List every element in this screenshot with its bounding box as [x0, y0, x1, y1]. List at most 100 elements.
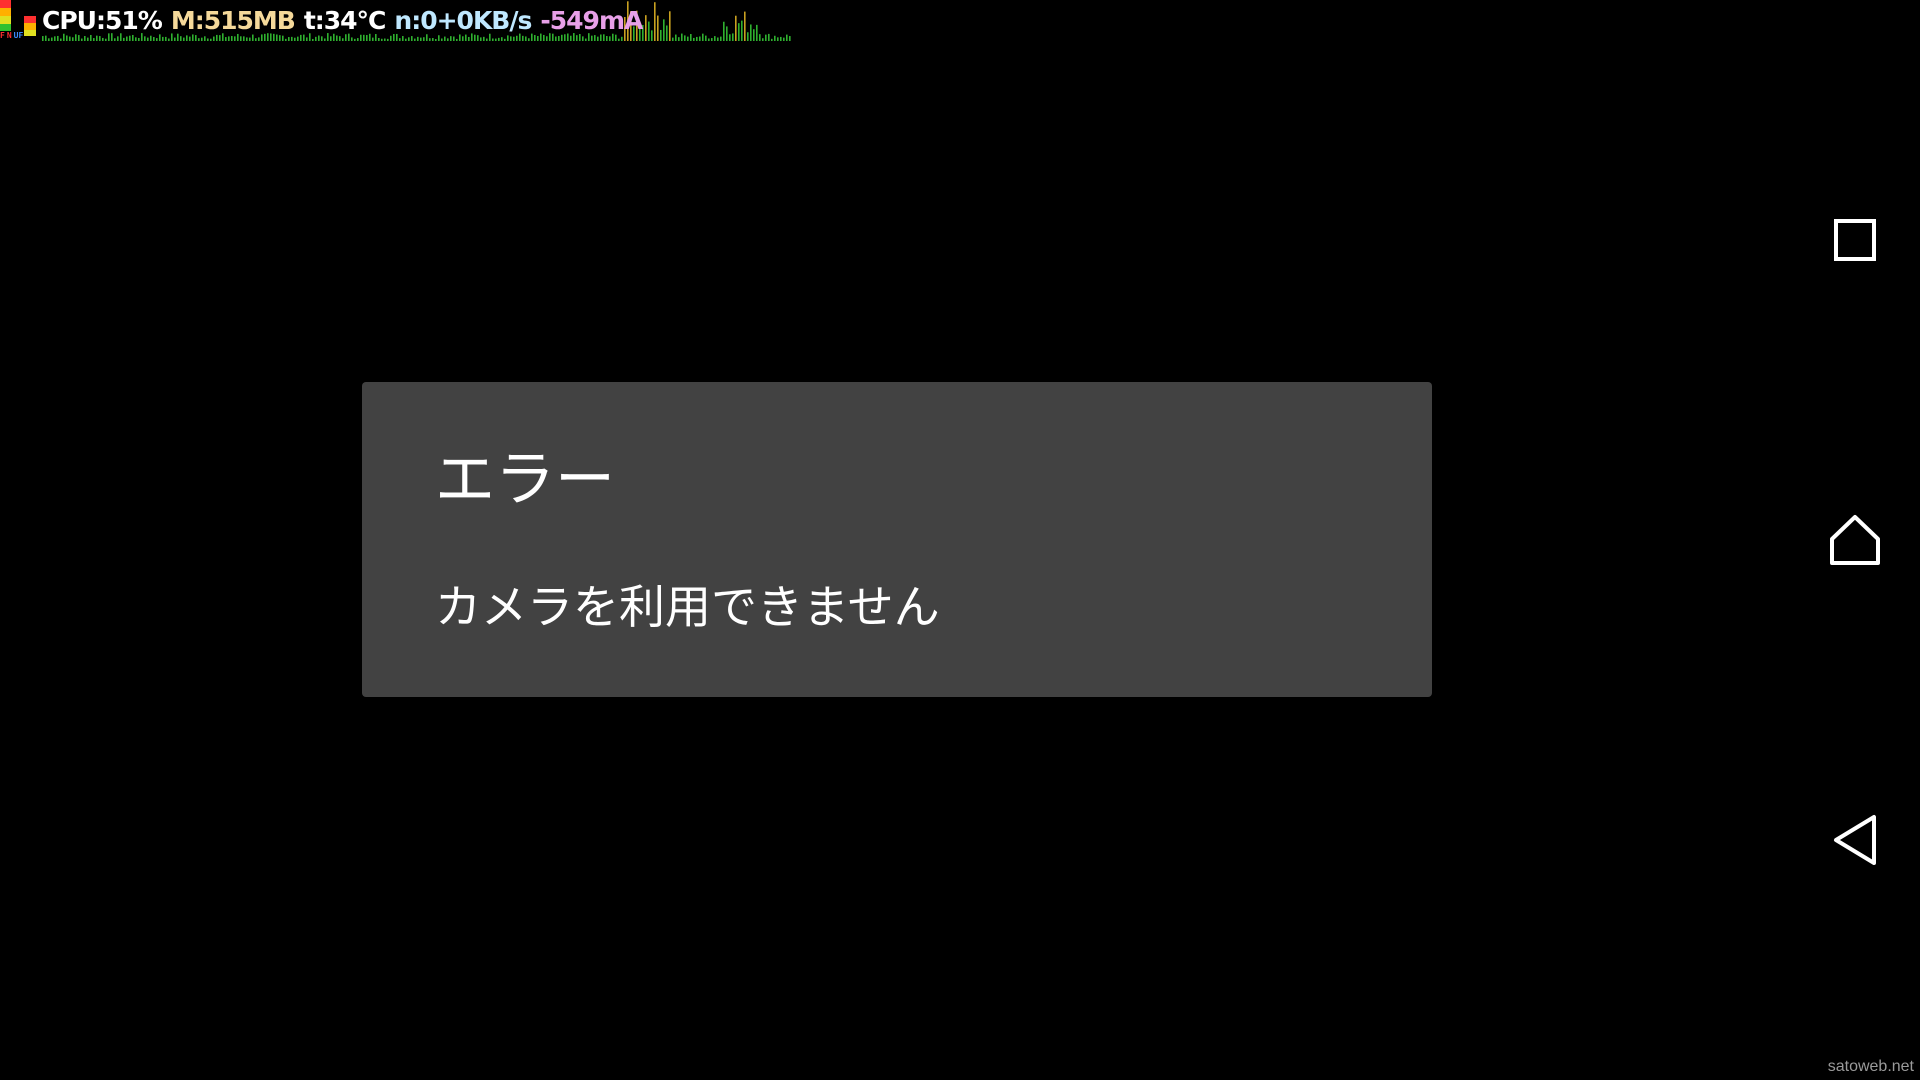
- graph-bar: [135, 37, 137, 41]
- graph-bar: [492, 38, 494, 41]
- error-dialog: エラー カメラを利用できません: [362, 382, 1432, 697]
- home-icon: [1830, 515, 1880, 565]
- graph-bar: [72, 37, 74, 41]
- graph-bar: [204, 36, 206, 41]
- graph-bar: [678, 37, 680, 41]
- graph-bar: [81, 38, 83, 41]
- graph-bar: [744, 11, 746, 41]
- graph-bar: [747, 32, 749, 41]
- graph-bar: [48, 38, 50, 41]
- graph-bar: [117, 36, 119, 41]
- graph-bar: [456, 38, 458, 41]
- graph-bar: [495, 38, 497, 41]
- graph-bar: [660, 29, 662, 41]
- graph-bar: [201, 37, 203, 41]
- graph-bar: [657, 15, 659, 41]
- navigation-bar: [1790, 0, 1920, 1080]
- graph-bar: [708, 38, 710, 41]
- graph-bar: [315, 36, 317, 41]
- graph-bar: [726, 26, 728, 41]
- graph-bar: [435, 38, 437, 41]
- overlay-stat: t:34°C: [303, 6, 387, 35]
- overlay-flag: N: [6, 31, 12, 40]
- graph-bar: [321, 36, 323, 41]
- graph-bar: [780, 36, 782, 41]
- overlay-flag: F: [0, 31, 5, 40]
- graph-bar: [144, 36, 146, 41]
- graph-bar: [342, 38, 344, 41]
- graph-bar: [312, 38, 314, 41]
- graph-bar: [213, 36, 215, 41]
- graph-bar: [183, 37, 185, 41]
- graph-bar: [351, 37, 353, 41]
- graph-bar: [723, 21, 725, 41]
- graph-bar: [501, 37, 503, 41]
- graph-bar: [288, 37, 290, 41]
- graph-bar: [666, 25, 668, 41]
- overlay-flags: F N UF: [0, 31, 25, 40]
- graph-bar: [525, 36, 527, 41]
- graph-bar: [696, 36, 698, 41]
- graph-bar: [732, 33, 734, 41]
- graph-bar: [408, 37, 410, 41]
- graph-bar: [483, 36, 485, 41]
- graph-bar: [54, 36, 56, 41]
- overlay-stat: -549mA: [540, 6, 643, 35]
- graph-bar: [663, 19, 665, 41]
- recents-icon: [1834, 219, 1876, 261]
- system-monitor-overlay: F N UF CPU:51% M:515MB t:34°C n:0+0KB/s -549mA: [0, 0, 792, 42]
- graph-bar: [786, 34, 788, 41]
- graph-bar: [207, 38, 209, 41]
- graph-bar: [702, 33, 704, 41]
- graph-bar: [453, 36, 455, 41]
- graph-bar: [675, 34, 677, 41]
- graph-bar: [711, 38, 713, 41]
- graph-bar: [153, 37, 155, 41]
- graph-bar: [423, 37, 425, 41]
- graph-bar: [258, 37, 260, 41]
- graph-bar: [756, 24, 758, 41]
- graph-bar: [384, 38, 386, 41]
- graph-bar: [294, 37, 296, 41]
- graph-bar: [486, 38, 488, 41]
- graph-bar: [387, 38, 389, 41]
- graph-bar: [291, 36, 293, 41]
- graph-bar: [378, 37, 380, 41]
- graph-bar: [510, 36, 512, 41]
- graph-bar: [234, 36, 236, 41]
- graph-bar: [528, 38, 530, 41]
- graph-bar: [138, 37, 140, 41]
- graph-bar: [249, 37, 251, 41]
- graph-bar: [789, 36, 791, 41]
- graph-bar: [654, 2, 656, 41]
- graph-bar: [705, 35, 707, 41]
- graph-bar: [51, 37, 53, 41]
- graph-bar: [255, 38, 257, 41]
- graph-bar: [102, 37, 104, 41]
- graph-bar: [162, 36, 164, 41]
- graph-bar: [93, 38, 95, 41]
- graph-bar: [156, 38, 158, 41]
- graph-bar: [783, 37, 785, 41]
- graph-bar: [405, 38, 407, 41]
- graph-bar: [582, 36, 584, 41]
- graph-bar: [60, 38, 62, 41]
- graph-bar: [429, 38, 431, 41]
- home-button[interactable]: [1815, 500, 1895, 580]
- graph-bar: [585, 38, 587, 41]
- graph-bar: [126, 36, 128, 41]
- graph-bar: [597, 36, 599, 41]
- back-button[interactable]: [1815, 800, 1895, 880]
- graph-bar: [777, 37, 779, 41]
- screen: F N UF CPU:51% M:515MB t:34°C n:0+0KB/s -549mA…: [0, 0, 1920, 1080]
- graph-bar: [165, 36, 167, 41]
- graph-bar: [354, 38, 356, 41]
- graph-bar: [555, 36, 557, 41]
- graph-bar: [690, 34, 692, 41]
- graph-bar: [720, 36, 722, 41]
- back-icon: [1834, 815, 1876, 865]
- graph-bar: [123, 37, 125, 41]
- graph-bar: [714, 36, 716, 41]
- dialog-message: カメラを利用できません: [435, 580, 940, 634]
- recents-button[interactable]: [1815, 200, 1895, 280]
